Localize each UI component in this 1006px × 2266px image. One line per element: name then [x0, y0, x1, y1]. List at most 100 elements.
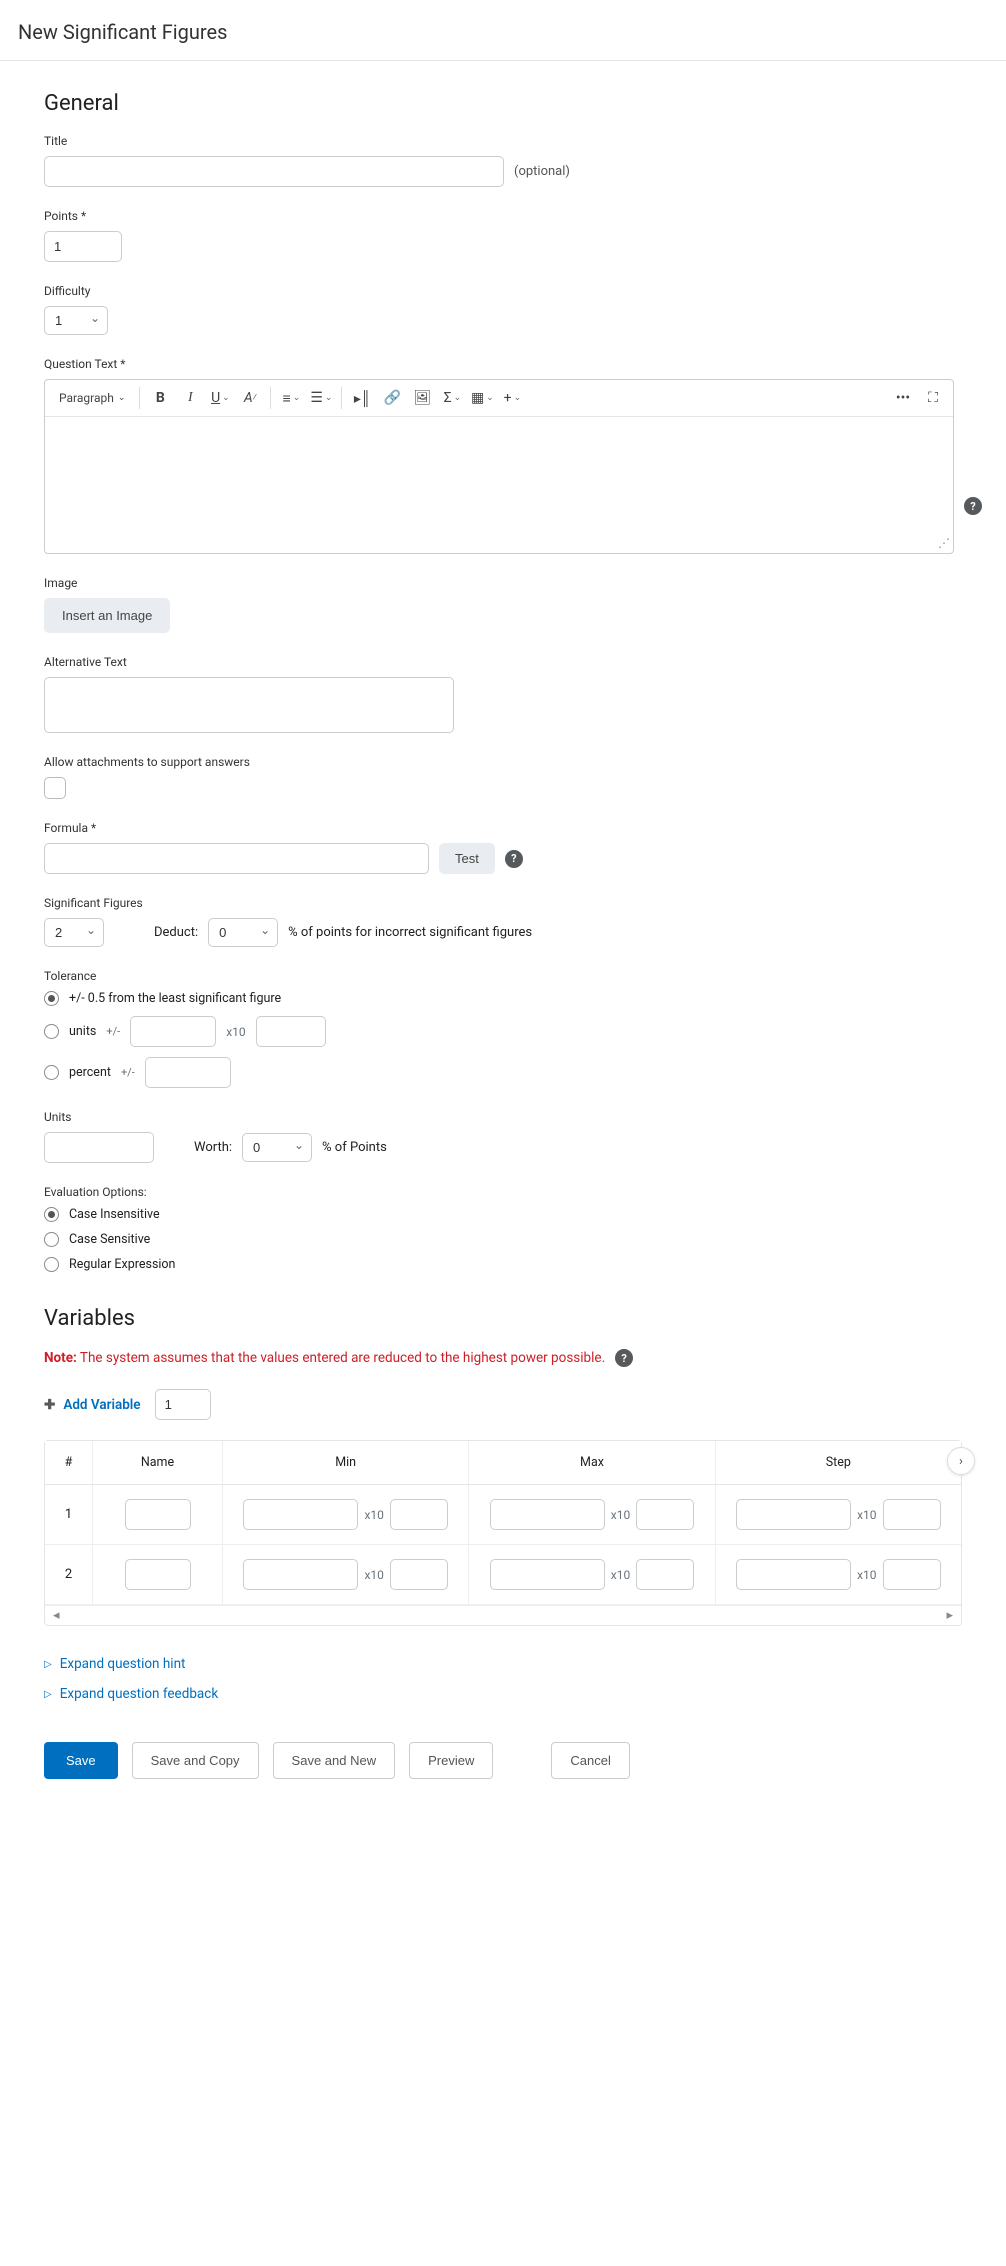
var-max-pow-input[interactable]: [636, 1559, 694, 1590]
tolerance-radio-sigfig[interactable]: [44, 991, 59, 1006]
variables-note: Note: The system assumes that the values…: [44, 1350, 605, 1366]
plus-icon[interactable]: +⌄: [498, 384, 526, 412]
tolerance-units-input[interactable]: [130, 1016, 216, 1047]
more-icon[interactable]: •••: [889, 384, 917, 412]
var-name-input[interactable]: [125, 1559, 191, 1590]
align-icon[interactable]: ≡⌄: [277, 384, 305, 412]
sigfig-select[interactable]: 2: [44, 918, 104, 947]
eval-radio-regex[interactable]: [44, 1257, 59, 1272]
var-min-input[interactable]: [243, 1499, 358, 1530]
page-header: New Significant Figures: [0, 0, 1006, 61]
insert-stuff-icon[interactable]: ▸║: [348, 384, 376, 412]
title-input[interactable]: [44, 156, 504, 187]
test-button[interactable]: Test: [439, 843, 495, 874]
rte-format-select[interactable]: Paragraph⌄: [51, 389, 133, 407]
alt-text-input[interactable]: [44, 677, 454, 733]
formula-label: Formula: [44, 821, 962, 835]
general-heading: General: [44, 91, 962, 116]
table-row: 1 x10 x10 x10: [45, 1485, 961, 1545]
add-variable-link[interactable]: ✚Add Variable: [44, 1397, 141, 1413]
title-label: Title: [44, 134, 962, 148]
deduct-select[interactable]: 0: [208, 918, 278, 947]
image-label: Image: [44, 576, 962, 590]
table-row: 2 x10 x10 x10: [45, 1545, 961, 1605]
units-label: Units: [44, 1110, 962, 1124]
cancel-button[interactable]: Cancel: [551, 1742, 629, 1779]
col-name: Name: [93, 1441, 223, 1484]
difficulty-select[interactable]: 1: [44, 306, 108, 335]
var-name-input[interactable]: [125, 1499, 191, 1530]
optional-text: (optional): [514, 164, 570, 179]
scroll-left-icon[interactable]: ◂: [49, 1608, 64, 1623]
formula-input[interactable]: [44, 843, 429, 874]
col-max: Max: [469, 1441, 715, 1484]
underline-icon[interactable]: U⌄: [206, 384, 234, 412]
horizontal-scroll: ◂ ▸: [45, 1605, 961, 1625]
x10-label: x10: [226, 1025, 245, 1039]
var-step-input[interactable]: [736, 1559, 851, 1590]
page-title: New Significant Figures: [18, 20, 988, 44]
var-max-input[interactable]: [490, 1499, 605, 1530]
scroll-right-icon[interactable]: ▸: [942, 1608, 957, 1623]
var-step-input[interactable]: [736, 1499, 851, 1530]
eval-label: Evaluation Options:: [44, 1185, 962, 1199]
expand-hint-link[interactable]: ▷Expand question hint: [44, 1656, 962, 1672]
rich-text-editor: Paragraph⌄ B I U⌄ A⁄ ≡⌄ ☰⌄ ▸║ 🔗 🖼: [44, 379, 954, 554]
scroll-right-button[interactable]: ›: [947, 1447, 975, 1475]
sigfig-label: Significant Figures: [44, 896, 962, 910]
rte-textarea[interactable]: ⋰: [45, 417, 953, 553]
allow-attach-checkbox[interactable]: [44, 777, 66, 799]
help-icon[interactable]: ?: [615, 1349, 633, 1367]
tolerance-radio-units[interactable]: [44, 1024, 59, 1039]
variables-table: › # Name Min Max Step 1 x10 x10 x10 2 x1…: [44, 1440, 962, 1626]
expand-feedback-link[interactable]: ▷Expand question feedback: [44, 1686, 962, 1702]
tolerance-units-power-input[interactable]: [256, 1016, 326, 1047]
worth-label: Worth:: [194, 1140, 232, 1155]
points-label: Points: [44, 209, 962, 223]
deduct-suffix: % of points for incorrect significant fi…: [288, 925, 532, 940]
units-input[interactable]: [44, 1132, 154, 1163]
var-min-pow-input[interactable]: [390, 1499, 448, 1530]
table-icon[interactable]: ▦⌄: [468, 384, 496, 412]
tolerance-percent-input[interactable]: [145, 1057, 231, 1088]
save-button[interactable]: Save: [44, 1742, 118, 1779]
list-icon[interactable]: ☰⌄: [307, 384, 335, 412]
image-icon[interactable]: 🖼: [408, 384, 436, 412]
var-step-pow-input[interactable]: [883, 1559, 941, 1590]
save-new-button[interactable]: Save and New: [273, 1742, 396, 1779]
tolerance-label: Tolerance: [44, 969, 962, 983]
fullscreen-icon[interactable]: ⛶: [919, 384, 947, 412]
var-min-input[interactable]: [243, 1559, 358, 1590]
equation-icon[interactable]: Σ⌄: [438, 384, 466, 412]
help-icon[interactable]: ?: [505, 850, 523, 868]
points-input[interactable]: [44, 231, 122, 262]
insert-image-button[interactable]: Insert an Image: [44, 598, 170, 633]
var-max-pow-input[interactable]: [636, 1499, 694, 1530]
var-step-pow-input[interactable]: [883, 1499, 941, 1530]
resize-handle-icon[interactable]: ⋰: [938, 536, 950, 550]
var-min-pow-input[interactable]: [390, 1559, 448, 1590]
eval-radio-sensitive[interactable]: [44, 1232, 59, 1247]
alt-text-label: Alternative Text: [44, 655, 962, 669]
difficulty-label: Difficulty: [44, 284, 962, 298]
link-icon[interactable]: 🔗: [378, 384, 406, 412]
col-min: Min: [223, 1441, 469, 1484]
allow-attach-label: Allow attachments to support answers: [44, 755, 962, 769]
col-step: Step: [716, 1441, 961, 1484]
col-num: #: [45, 1441, 93, 1484]
eval-radio-insensitive[interactable]: [44, 1207, 59, 1222]
save-copy-button[interactable]: Save and Copy: [132, 1742, 259, 1779]
worth-select[interactable]: 0: [242, 1133, 312, 1162]
question-text-label: Question Text: [44, 357, 962, 371]
help-icon[interactable]: ?: [964, 497, 982, 515]
worth-suffix: % of Points: [322, 1140, 387, 1155]
font-color-icon[interactable]: A⁄: [236, 384, 264, 412]
variable-count-input[interactable]: [155, 1389, 211, 1420]
variables-heading: Variables: [44, 1306, 962, 1331]
deduct-label: Deduct:: [154, 925, 198, 940]
tolerance-radio-percent[interactable]: [44, 1065, 59, 1080]
preview-button[interactable]: Preview: [409, 1742, 493, 1779]
italic-icon[interactable]: I: [176, 384, 204, 412]
var-max-input[interactable]: [490, 1559, 605, 1590]
bold-icon[interactable]: B: [146, 384, 174, 412]
